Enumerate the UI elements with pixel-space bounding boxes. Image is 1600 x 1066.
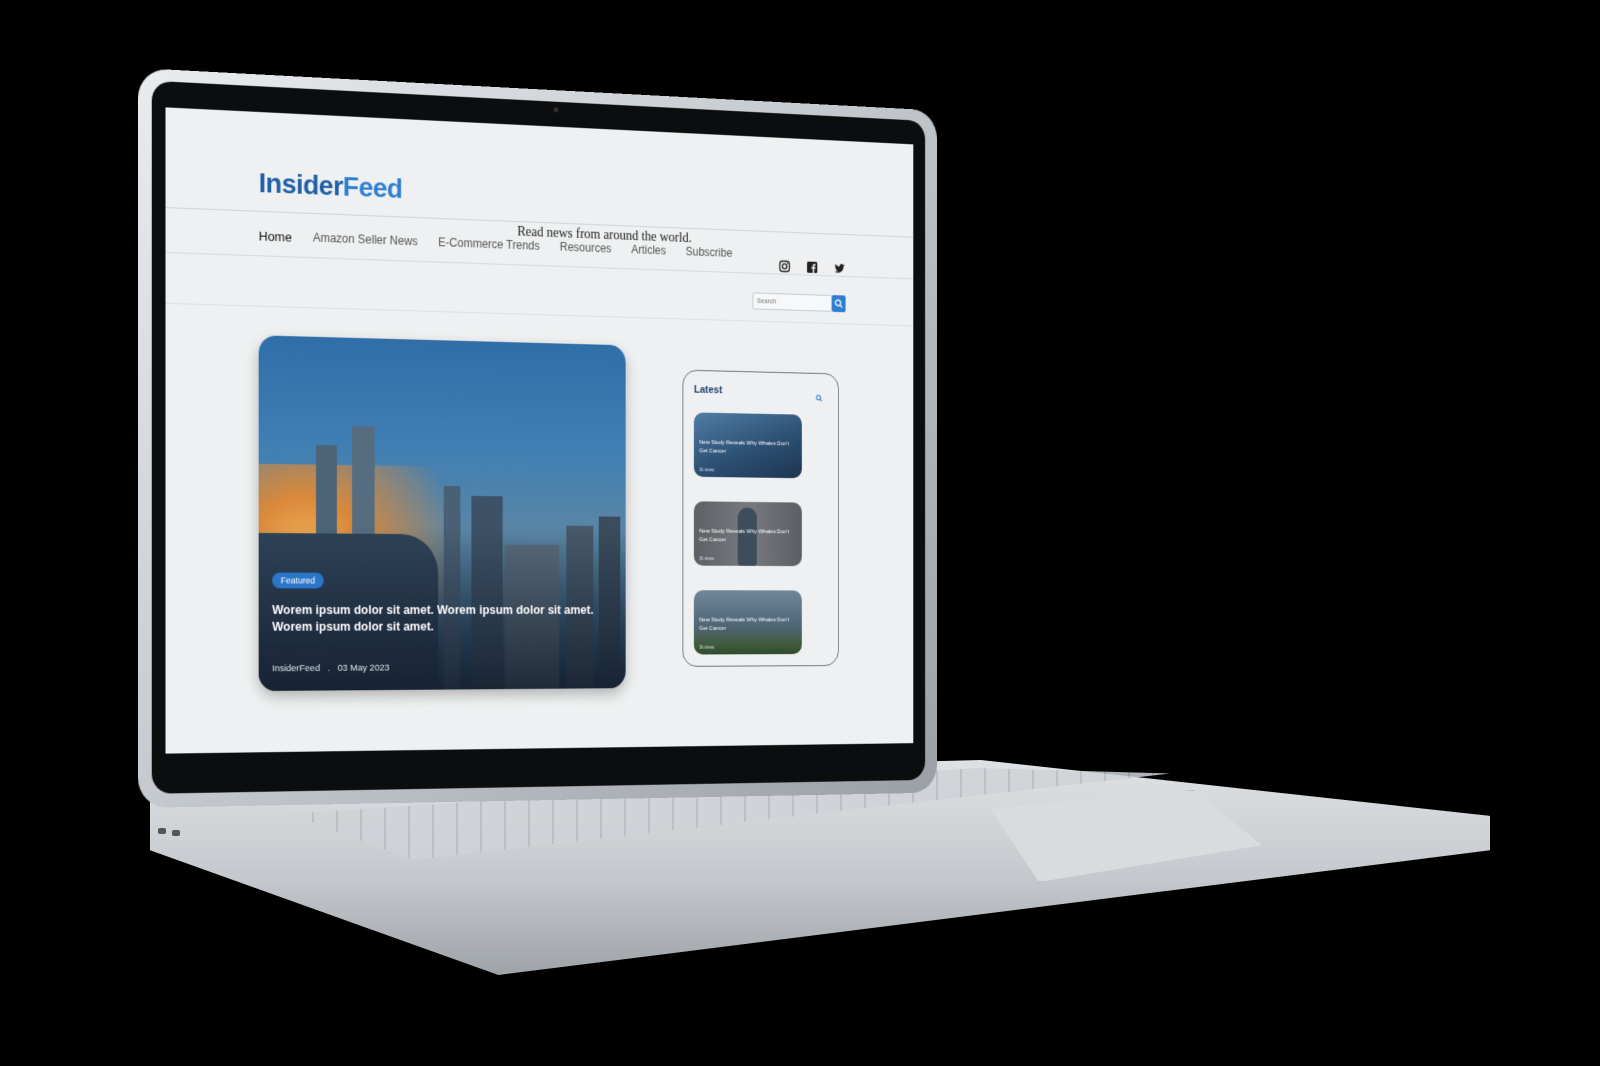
usb-port [158,828,166,834]
nav-item-resources[interactable]: Resources [560,240,612,256]
latest-card-title: New Study Reveals Why Whales Don't Get C… [699,439,790,455]
webcam [553,107,559,113]
search-input[interactable] [752,292,832,312]
logo-text-insider: Insider [258,167,343,202]
social-links [779,260,846,275]
nav-item-e-commerce-trends[interactable]: E-Commerce Trends [438,235,540,253]
latest-card-title: New Study Reveals Why Whales Don't Get C… [699,528,790,544]
site-logo[interactable]: InsiderFeed [259,167,403,204]
search-box [752,292,846,313]
featured-badge[interactable]: Featured [272,572,324,589]
twitter-icon[interactable] [834,262,846,275]
latest-card[interactable]: New Study Reveals Why Whales Don't Get C… [693,412,802,479]
search-icon[interactable] [816,390,823,407]
search-icon [834,299,843,309]
featured-title[interactable]: Worem ipsum dolor sit amet. Worem ipsum … [272,602,606,636]
usb-port [172,830,180,836]
nav-item-articles[interactable]: Articles [631,243,666,259]
logo-text-feed: Feed [342,171,403,204]
laptop-lid: InsiderFeed Read news from around the wo… [138,68,937,808]
latest-panel: Latest New Study Reveals Why Whales Don'… [682,369,839,667]
featured-date: 03 May 2023 [337,662,390,674]
meta-separator: . [327,663,331,674]
latest-heading: Latest [693,384,723,397]
latest-card[interactable]: New Study Reveals Why Whales Don't Get C… [693,501,802,567]
latest-card-views: 3k views [699,467,715,473]
screen-bezel: InsiderFeed Read news from around the wo… [151,80,926,794]
search-button[interactable] [831,295,846,313]
facebook-icon[interactable] [806,261,818,275]
latest-card-views: 3k views [699,644,715,650]
latest-card-views: 3k views [699,556,715,562]
nav-item-home[interactable]: Home [259,229,292,245]
featured-article-card[interactable]: Featured Worem ipsum dolor sit amet. Wor… [258,335,626,692]
latest-card-title: New Study Reveals Why Whales Don't Get C… [699,617,790,632]
featured-meta: InsiderFeed . 03 May 2023 [272,663,389,674]
featured-author: InsiderFeed [272,663,321,675]
instagram-icon[interactable] [779,260,791,274]
browser-viewport: InsiderFeed Read news from around the wo… [165,107,914,754]
latest-card[interactable]: New Study Reveals Why Whales Don't Get C… [693,590,802,655]
nav-item-subscribe[interactable]: Subscribe [686,245,733,261]
nav-item-amazon-seller-news[interactable]: Amazon Seller News [313,231,418,250]
